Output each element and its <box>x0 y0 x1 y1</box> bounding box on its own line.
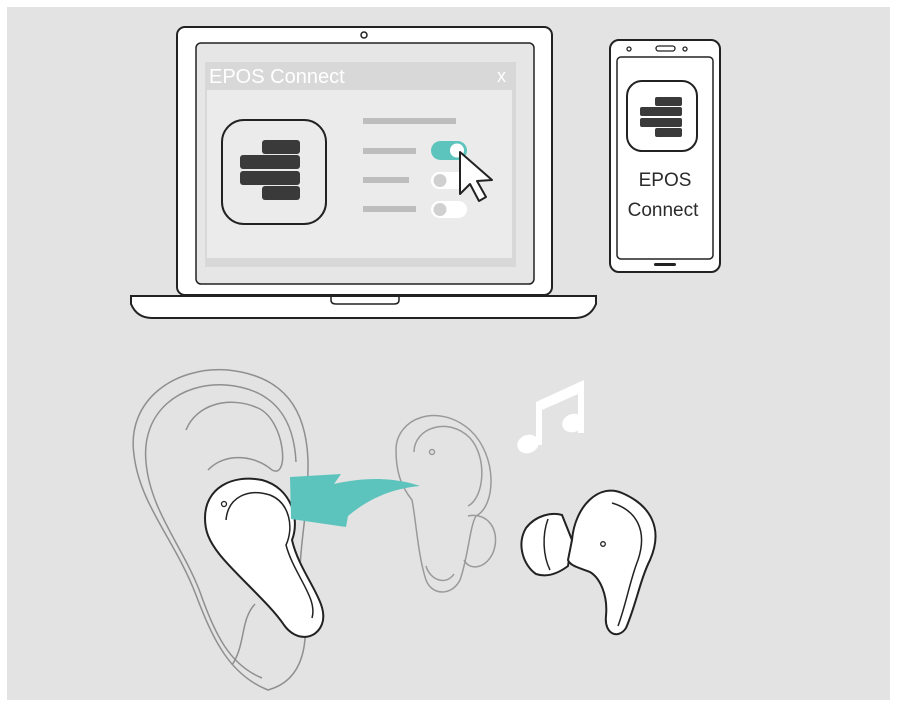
setting-line-2 <box>363 177 409 183</box>
illustration: EPOS Connect x EPOS Connect <box>7 7 890 700</box>
close-button[interactable]: x <box>497 66 506 86</box>
laptop: EPOS Connect x <box>130 26 597 319</box>
smartphone: EPOS Connect <box>609 39 721 273</box>
setting-line-1 <box>363 148 416 154</box>
epos-app-icon[interactable] <box>626 80 698 152</box>
settings-heading-line <box>363 118 456 124</box>
app-label-line-1: EPOS <box>639 170 692 191</box>
app-window: EPOS Connect x <box>205 62 516 267</box>
setting-line-3 <box>363 206 416 212</box>
window-title: EPOS Connect <box>209 66 345 88</box>
app-label-line-2: Connect <box>628 200 699 221</box>
toggle-off-2[interactable] <box>431 201 467 218</box>
epos-logo-icon <box>221 119 327 225</box>
